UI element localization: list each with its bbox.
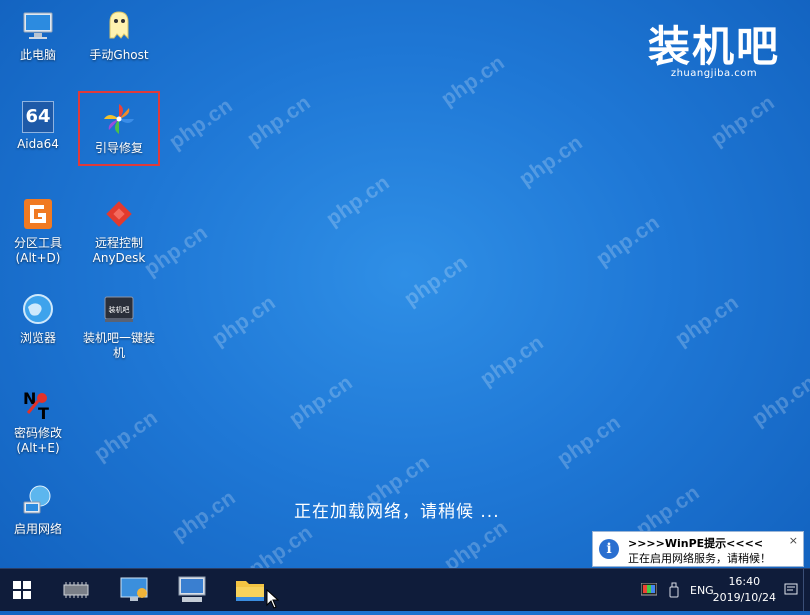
memory-chip-icon <box>63 582 89 598</box>
usb-drive-icon[interactable] <box>669 582 679 598</box>
watermark: php.cn <box>243 90 316 151</box>
desktop-icon-partition-tool[interactable]: 分区工具 (Alt+D) <box>0 196 78 266</box>
notification-message: 正在启用网络服务，请稍候！ <box>628 552 771 565</box>
windows-logo-icon <box>13 581 31 599</box>
icon-label: Aida64 <box>17 137 59 151</box>
folder-icon <box>236 581 264 601</box>
partition-tool-icon <box>20 196 56 232</box>
icon-label: 装机吧一键装机 <box>82 331 155 360</box>
icon-label: 引导修复 <box>94 141 143 155</box>
monitor-settings-icon <box>120 577 148 601</box>
mouse-cursor-icon <box>266 589 280 609</box>
watermark: php.cn <box>476 330 549 391</box>
desktop-icon-browser[interactable]: 浏览器 <box>0 291 78 346</box>
desktop-icon-enable-network[interactable]: 启用网络 <box>0 482 78 537</box>
icon-label: 分区工具 (Alt+D) <box>13 236 62 265</box>
taskbar-file-explorer[interactable] <box>230 573 270 607</box>
info-icon: i <box>599 539 619 559</box>
notification-close-button[interactable]: × <box>789 534 798 547</box>
desktop: php.cn php.cn php.cn php.cn php.cn php.c… <box>0 0 810 568</box>
taskbar: ENG 16:40 2019/10/24 <box>0 568 810 611</box>
watermark: php.cn <box>515 130 588 191</box>
winpe-notification[interactable]: i >>>>WinPE提示<<<< 正在启用网络服务，请稍候！ × <box>592 531 804 567</box>
aida64-icon: 64 <box>22 101 54 133</box>
brand-logo: 装机吧 zhuangjiba.com <box>647 22 780 80</box>
watermark: php.cn <box>165 93 238 154</box>
installer-badge: 装机吧 <box>108 306 130 314</box>
aida64-badge: 64 <box>25 106 51 127</box>
computer-icon <box>178 576 206 602</box>
watermark: php.cn <box>90 405 163 466</box>
input-language[interactable]: ENG <box>690 584 714 597</box>
desktop-icon-boot-repair[interactable]: 引导修复 <box>79 101 159 156</box>
zhuangjiba-installer-icon: 装机吧 <box>101 291 137 327</box>
network-loading-text: 正在加载网络，请稍候 ... <box>294 502 500 522</box>
watermark: php.cn <box>168 485 241 546</box>
taskbar-control-panel[interactable] <box>114 573 154 607</box>
watermark: php.cn <box>671 290 744 351</box>
desktop-icon-anydesk[interactable]: 远程控制 AnyDesk <box>79 196 159 266</box>
pinwheel-icon <box>101 101 137 137</box>
icon-label: 密码修改 (Alt+E) <box>13 426 62 455</box>
watermark: php.cn <box>707 90 780 151</box>
notification-title: >>>>WinPE提示<<<< <box>628 537 764 550</box>
color-display-icon[interactable] <box>641 583 657 597</box>
computer-icon <box>20 8 56 44</box>
desktop-icon-aida64[interactable]: 64 Aida64 <box>0 101 78 152</box>
watermark: php.cn <box>245 520 318 568</box>
network-globe-icon <box>20 482 56 518</box>
watermark: php.cn <box>208 290 281 351</box>
notification-center-icon[interactable] <box>784 583 798 597</box>
watermark: php.cn <box>440 515 513 568</box>
watermark: php.cn <box>553 410 626 471</box>
taskbar-computer[interactable] <box>172 573 212 607</box>
system-clock[interactable]: 16:40 2019/10/24 <box>713 574 776 606</box>
icon-label: 此电脑 <box>19 48 56 62</box>
watermark: php.cn <box>592 210 665 271</box>
watermark: php.cn <box>400 250 473 311</box>
watermark: php.cn <box>285 370 358 431</box>
watermark: php.cn <box>322 170 395 231</box>
watermark: php.cn <box>437 50 510 111</box>
show-desktop-button[interactable] <box>803 569 810 611</box>
svg-text:T: T <box>38 404 49 422</box>
desktop-icon-this-pc[interactable]: 此电脑 <box>0 8 78 63</box>
watermark: php.cn <box>748 370 810 431</box>
icon-label: 远程控制 AnyDesk <box>92 236 146 265</box>
desktop-icon-ghost[interactable]: 手动Ghost <box>79 8 159 63</box>
anydesk-icon <box>101 196 137 232</box>
clock-time: 16:40 <box>728 575 761 588</box>
icon-label: 手动Ghost <box>89 48 149 62</box>
brand-name: 装机吧 <box>647 22 780 71</box>
password-reset-icon: N T <box>20 386 56 423</box>
start-button[interactable] <box>0 569 44 611</box>
browser-globe-icon <box>20 291 56 327</box>
icon-label: 浏览器 <box>19 331 56 345</box>
desktop-icon-one-click-install[interactable]: 装机吧 装机吧一键装机 <box>79 291 159 361</box>
clock-date: 2019/10/24 <box>712 591 776 604</box>
ghost-icon <box>101 8 137 44</box>
icon-label: 启用网络 <box>13 522 62 536</box>
taskbar-chip-tool[interactable] <box>56 573 96 607</box>
desktop-icon-password-reset[interactable]: N T 密码修改 (Alt+E) <box>0 386 78 456</box>
